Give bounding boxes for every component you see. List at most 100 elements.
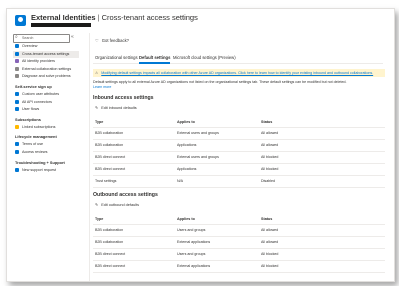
feedback-link[interactable]: ♡ Got feedback? [95,38,129,43]
sidebar-section-heading: Self-service sign up [15,84,52,89]
table-cell: B2B direct connect [95,167,126,171]
banner-message[interactable]: Modifying default settings impacts all c… [101,71,373,75]
inbound-title: Inbound access settings [93,95,154,101]
page-header: External Identities | Cross-tenant access … [7,9,394,31]
tab[interactable]: Organizational settings [95,55,138,60]
table-cell: Trust settings [95,179,117,183]
table-row[interactable]: B2B collaboration Users and groups All all… [93,225,385,237]
table-cell: B2B collaboration [95,131,124,135]
table-header: Type Applies to Status [93,216,385,225]
sidebar-item-icon [15,167,19,172]
pin-icon[interactable]: ☆ [181,14,186,21]
table-row[interactable]: B2B collaboration External applications Al… [93,237,385,249]
sidebar: ⌕ Search « Overview Cross-tenant access s… [11,33,85,281]
sidebar-item-label: Access reviews [22,150,48,154]
tab[interactable]: Microsoft cloud settings (Preview) [173,55,236,60]
sidebar-item-icon [15,66,19,71]
sidebar-item[interactable]: User flows [13,106,79,113]
outbound-title: Outbound access settings [93,192,158,198]
table-header: Type Applies to Status [93,119,385,128]
sidebar-section-heading: Lifecycle management [15,134,57,140]
sidebar-item[interactable]: Overview [13,43,79,50]
title-service: External Identities [31,13,96,22]
sidebar-item-icon [15,51,19,56]
sidebar-item[interactable]: New support request [13,167,79,174]
table-row[interactable]: Trust settings N/A Disabled [93,176,385,188]
sidebar-item-icon [15,74,19,79]
table-cell: All blocked [261,252,279,256]
sidebar-item-label: User flows [22,107,40,112]
search-icon: ⌕ [15,34,18,40]
table-row[interactable]: B2B collaboration External users and grou… [93,128,385,140]
sidebar-item-label: Custom user attributes [22,92,60,96]
table-cell: Users and groups [177,228,206,232]
sidebar-divider [89,33,90,281]
column-header: Applies to [177,120,195,124]
portal-window: External Identities | Cross-tenant access … [6,8,395,282]
edit-label: Edit outbound defaults [101,203,139,207]
more-icon[interactable]: ··· [189,14,195,20]
table-cell: All blocked [261,155,279,159]
table-cell: B2B direct connect [95,155,126,159]
description: Default settings apply to all external A… [93,80,383,89]
sidebar-item-label: All API connectors [22,99,52,104]
table-cell: B2B collaboration [95,228,124,232]
sidebar-item[interactable]: External collaboration settings [13,66,79,73]
sidebar-item-label: External collaboration settings [22,66,72,71]
sidebar-item-label: All identity providers [22,59,55,64]
sidebar-item-icon [15,59,19,64]
sidebar-section-heading: Subscriptions [15,116,41,122]
edit-inbound-defaults-button[interactable]: ✎ Edit inbound defaults [95,105,137,110]
sidebar-item[interactable]: Custom user attributes [13,91,79,98]
table-cell: All allowed [261,131,279,135]
table-cell: External applications [177,240,211,244]
table-cell: Applications [177,143,197,147]
sidebar-item[interactable]: Linked subscriptions [13,124,79,131]
sidebar-item-label: Cross-tenant access settings [22,51,70,56]
learn-more-link[interactable]: Learn more [93,85,111,89]
sidebar-item[interactable]: Cross-tenant access settings [13,50,79,58]
table-row[interactable]: B2B direct connect Users and groups All bl… [93,249,385,261]
column-header: Status [261,120,273,124]
edit-outbound-defaults-button[interactable]: ✎ Edit outbound defaults [95,202,139,207]
table-row[interactable]: B2B direct connect External users and gro… [93,152,385,164]
table-cell: All blocked [261,264,279,268]
title-separator: | [97,13,100,22]
sidebar-item[interactable]: Access reviews [13,149,79,156]
table-cell: Applications [177,167,197,171]
table-cell: Users and groups [177,252,206,256]
table-cell: External applications [177,264,211,268]
sidebar-item[interactable]: Terms of use [13,141,79,148]
sidebar-item[interactable]: Diagnose and solve problems [13,73,79,80]
info-banner[interactable]: ⚠ Modifying default settings impacts all … [93,69,385,77]
table-cell: All allowed [261,143,279,147]
heart-icon: ♡ [95,38,99,43]
sidebar-section-heading: Troubleshooting + Support [15,159,65,165]
table-cell: N/A [177,179,183,183]
table-cell: B2B collaboration [95,143,124,147]
edit-icon: ✎ [95,106,99,110]
sidebar-item-label: Terms of use [22,142,44,147]
table-row[interactable]: B2B direct connect External applications A… [93,261,385,273]
column-header: Status [261,217,273,221]
table-row[interactable]: B2B collaboration Applications All allowed [93,140,385,152]
external-identities-icon [15,15,26,26]
sidebar-item-label: Diagnose and solve problems [22,74,71,79]
search-box[interactable]: ⌕ Search [13,34,70,43]
tab[interactable]: Default settings [139,55,171,64]
table-cell: B2B collaboration [95,240,124,244]
collapse-icon[interactable]: « [71,34,74,40]
sidebar-item-icon [15,107,19,112]
sidebar-item[interactable]: All API connectors [13,99,79,106]
table-cell: All allowed [261,240,279,244]
tab-bar: Organizational settings Default settings M… [93,53,383,64]
search-input[interactable]: Search [22,36,33,40]
table-cell: All blocked [261,167,279,171]
table-row[interactable]: B2B direct connect Applications All blocke… [93,164,385,176]
sidebar-item[interactable]: All identity providers [13,58,79,65]
table-cell: B2B direct connect [95,264,126,268]
sidebar-item-label: Linked subscriptions [22,124,56,129]
column-header: Type [95,217,104,221]
table-cell: External users and groups [177,155,219,159]
table-cell: Disabled [261,179,275,183]
